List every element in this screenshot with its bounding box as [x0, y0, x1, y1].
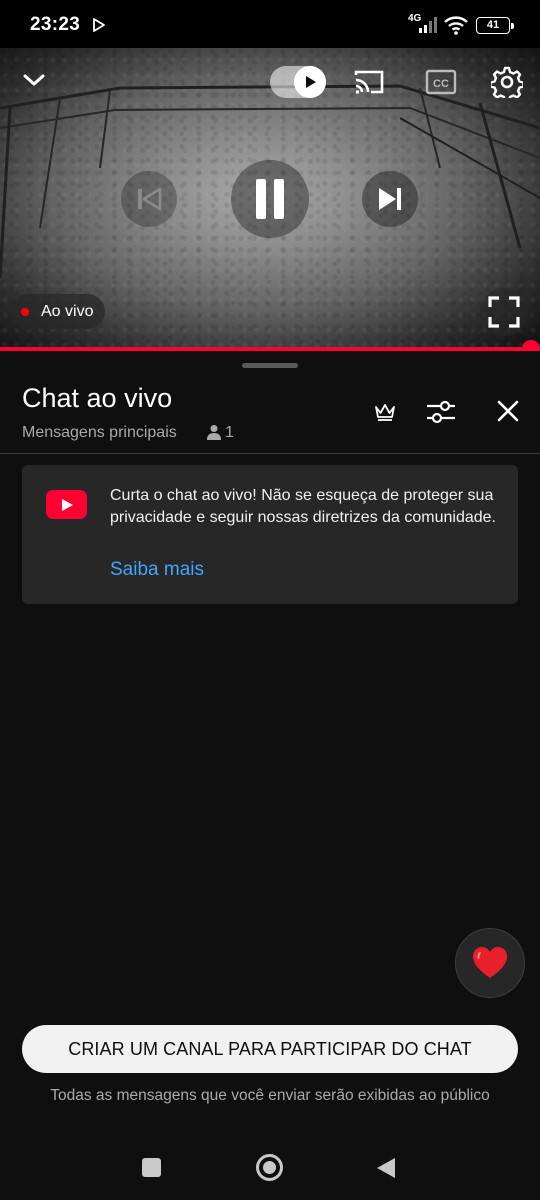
learn-more-link[interactable]: Saiba mais [110, 559, 204, 581]
close-icon [497, 400, 519, 422]
live-chat-panel: Chat ao vivo Mensagens principais 1 Curt… [0, 351, 540, 1133]
fullscreen-icon [488, 296, 520, 328]
battery-icon: 41 [476, 17, 514, 34]
home-icon [263, 1161, 276, 1174]
fullscreen-button[interactable] [480, 288, 528, 336]
chat-mode-selector[interactable]: Mensagens principais [22, 424, 177, 442]
home-button[interactable] [256, 1154, 283, 1181]
previous-button[interactable] [121, 171, 177, 227]
cast-icon [354, 70, 384, 94]
memberships-button[interactable] [368, 395, 402, 429]
signal-icon [419, 17, 437, 33]
recents-button[interactable] [142, 1158, 161, 1177]
back-button[interactable] [376, 1157, 396, 1179]
create-channel-button[interactable]: CRIAR UM CANAL PARA PARTICIPAR DO CHAT [22, 1025, 518, 1073]
cast-button[interactable] [348, 62, 390, 102]
closed-captions-icon: CC [425, 69, 457, 95]
panel-drag-handle[interactable] [242, 363, 298, 368]
chat-welcome-card: Curta o chat ao vivo! Não se esqueça de … [22, 465, 518, 604]
pause-icon [256, 179, 284, 219]
play-icon [306, 76, 316, 88]
person-icon [207, 425, 221, 440]
viewer-count: 1 [225, 424, 234, 441]
status-bar: 23:23 4G 41 [0, 0, 540, 48]
youtube-logo-icon [46, 490, 87, 519]
live-badge[interactable]: Ao vivo [9, 294, 106, 329]
crown-icon [375, 404, 395, 421]
pause-button[interactable] [231, 160, 309, 238]
settings-button[interactable] [486, 61, 528, 103]
next-icon [379, 188, 401, 210]
public-messages-notice: Todas as mensagens que você enviar serão… [50, 1087, 490, 1104]
autoplay-toggle[interactable] [270, 66, 326, 98]
welcome-message: Curta o chat ao vivo! Não se esqueça de … [110, 487, 496, 526]
next-button[interactable] [362, 171, 418, 227]
reaction-button[interactable] [455, 928, 525, 998]
minimize-player-button[interactable] [14, 60, 54, 100]
captions-button[interactable]: CC [420, 62, 462, 102]
video-player[interactable]: CC Ao vivo [0, 48, 540, 351]
play-store-notification-icon [93, 18, 105, 32]
live-indicator-dot [21, 307, 29, 316]
heart-icon [473, 947, 507, 978]
chevron-down-icon [23, 74, 45, 86]
status-time: 23:23 [30, 14, 81, 35]
close-chat-button[interactable] [490, 393, 526, 429]
live-label: Ao vivo [41, 302, 94, 320]
chat-filter-button[interactable] [422, 393, 460, 431]
header-divider [0, 453, 540, 454]
battery-level: 41 [486, 19, 500, 31]
wifi-icon [444, 16, 468, 35]
svg-text:CC: CC [433, 78, 449, 90]
autoplay-knob [294, 66, 326, 98]
sliders-icon [427, 400, 455, 424]
previous-icon [138, 187, 162, 211]
gear-icon [491, 66, 523, 98]
system-navigation-bar [0, 1133, 540, 1200]
chat-title: Chat ao vivo [22, 383, 173, 413]
